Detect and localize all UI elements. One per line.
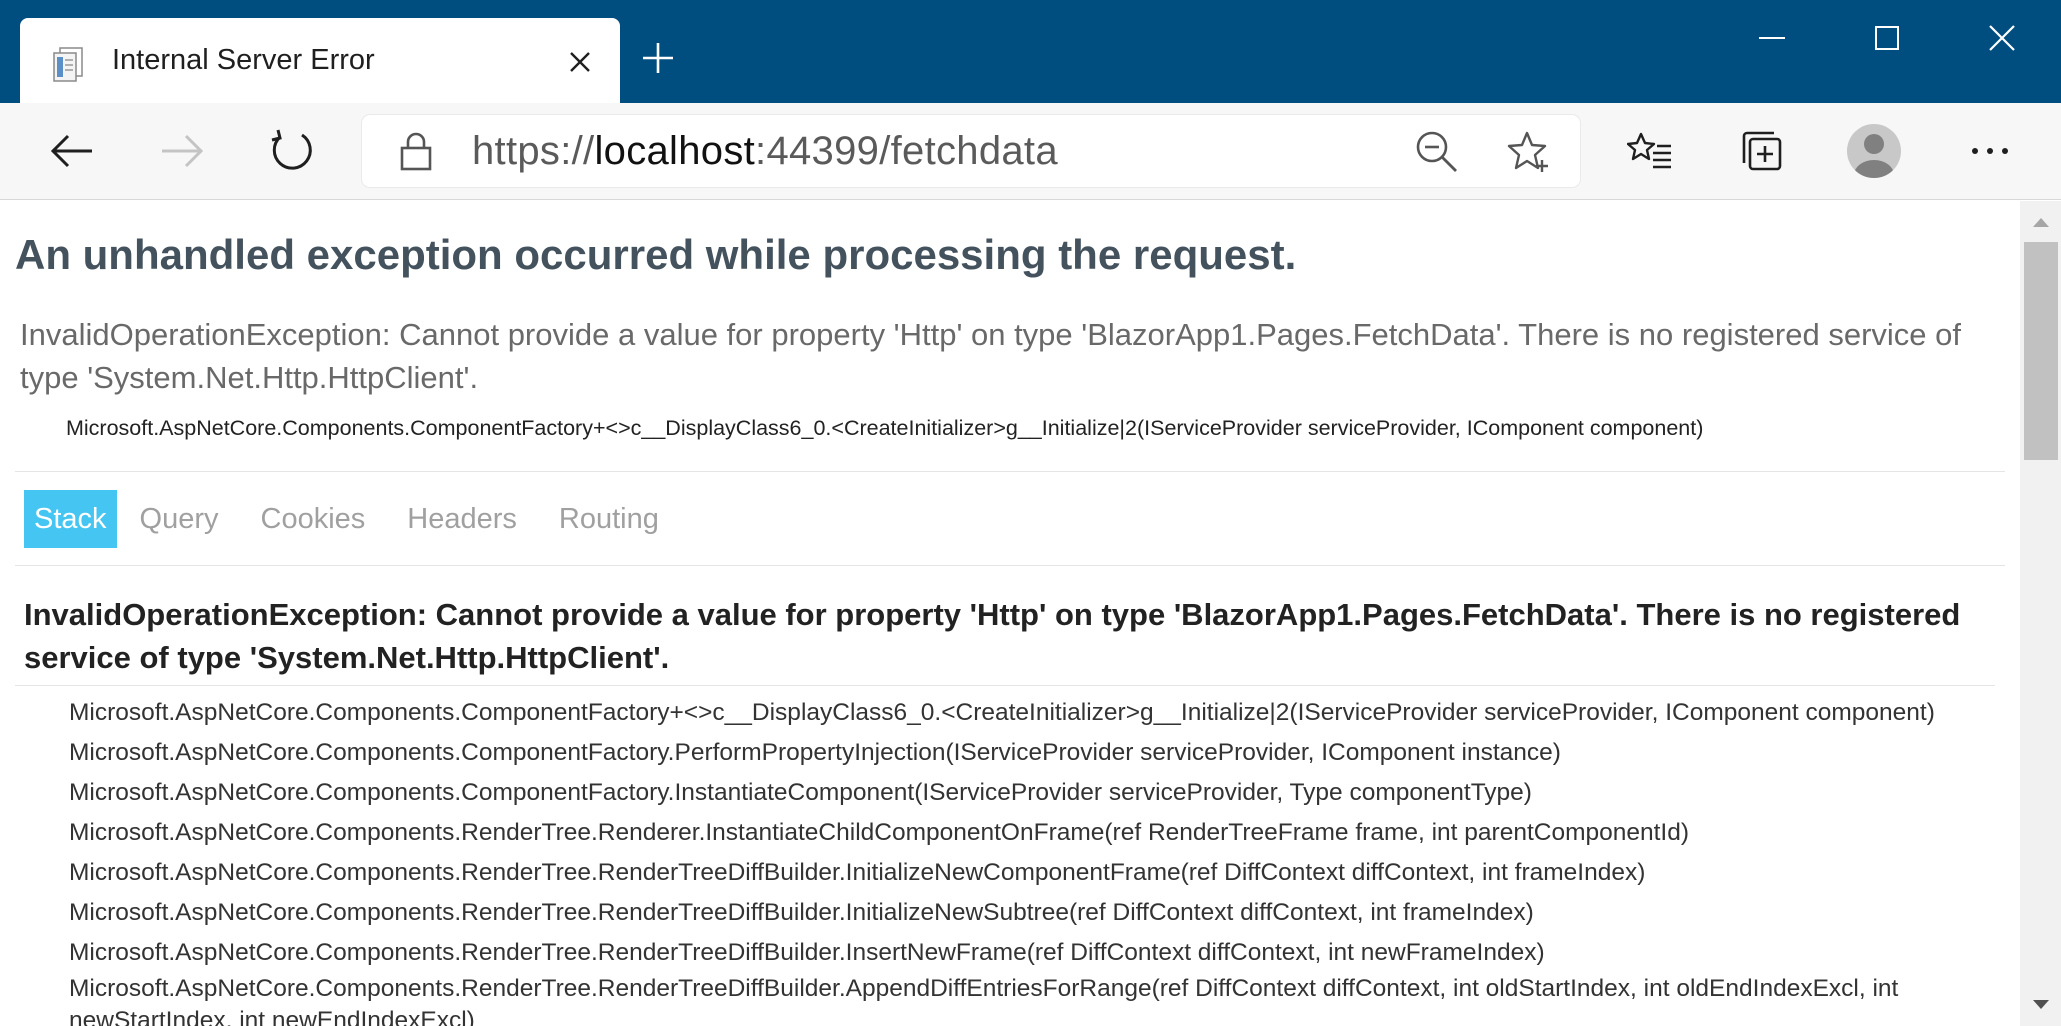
close-icon xyxy=(1988,24,2016,52)
url-path: :44399/fetchdata xyxy=(755,129,1058,173)
triangle-up-icon xyxy=(2032,216,2050,228)
divider xyxy=(15,565,2005,566)
more-options-icon xyxy=(1970,147,2010,155)
title-bar: Internal Server Error xyxy=(0,0,2061,103)
lock-icon[interactable] xyxy=(398,131,434,171)
back-button[interactable] xyxy=(40,119,104,183)
forward-button[interactable] xyxy=(150,119,214,183)
refresh-icon xyxy=(269,128,315,174)
stack-exception-title: InvalidOperationException: Cannot provid… xyxy=(24,597,1961,675)
scroll-down-button[interactable] xyxy=(2024,990,2058,1020)
more-options-button[interactable] xyxy=(1958,119,2022,183)
tab-headers[interactable]: Headers xyxy=(398,490,526,548)
url-text[interactable]: https://localhost:44399/fetchdata xyxy=(472,129,1058,174)
maximize-button[interactable] xyxy=(1857,16,1917,60)
window-close-button[interactable] xyxy=(1972,16,2032,60)
favorites-button[interactable] xyxy=(1618,119,1682,183)
triangle-down-icon xyxy=(2032,999,2050,1011)
browser-tab[interactable]: Internal Server Error xyxy=(20,18,620,103)
collections-icon xyxy=(1741,130,1783,172)
favorites-list-icon xyxy=(1627,131,1673,171)
collections-button[interactable] xyxy=(1730,119,1794,183)
minimize-icon xyxy=(1758,36,1786,40)
url-host: localhost xyxy=(594,129,756,173)
zoom-button[interactable] xyxy=(1414,129,1460,175)
page-content: An unhandled exception occurred while pr… xyxy=(0,201,2020,1026)
stack-frame[interactable]: Microsoft.AspNetCore.Components.Componen… xyxy=(69,773,2019,813)
stack-frame[interactable]: Microsoft.AspNetCore.Components.RenderTr… xyxy=(69,853,2019,893)
tab-cookies[interactable]: Cookies xyxy=(252,490,375,548)
scroll-thumb[interactable] xyxy=(2024,242,2058,460)
stack-frame-list: Microsoft.AspNetCore.Components.Componen… xyxy=(69,693,2019,1026)
tab-routing[interactable]: Routing xyxy=(550,490,668,548)
tab-title: Internal Server Error xyxy=(112,44,375,76)
divider xyxy=(15,471,2005,472)
stack-frame[interactable]: Microsoft.AspNetCore.Components.Componen… xyxy=(69,733,2019,773)
stack-frame[interactable]: Microsoft.AspNetCore.Components.RenderTr… xyxy=(69,973,2019,1026)
scroll-up-button[interactable] xyxy=(2024,207,2058,237)
refresh-button[interactable] xyxy=(260,119,324,183)
address-bar[interactable]: https://localhost:44399/fetchdata xyxy=(362,115,1580,187)
profile-button[interactable] xyxy=(1842,119,1906,183)
zoom-out-icon xyxy=(1415,130,1459,174)
error-title: InvalidOperationException: Cannot provid… xyxy=(20,317,1961,395)
divider xyxy=(15,685,1995,686)
url-scheme: https:// xyxy=(472,129,595,173)
tab-stack[interactable]: Stack xyxy=(24,490,117,548)
tab-query[interactable]: Query xyxy=(131,490,228,548)
error-location: Microsoft.AspNetCore.Components.Componen… xyxy=(66,416,1704,440)
arrow-left-icon xyxy=(50,133,94,169)
add-favorite-button[interactable] xyxy=(1506,129,1552,175)
error-tabs: Stack Query Cookies Headers Routing xyxy=(24,490,692,548)
stack-frame[interactable]: Microsoft.AspNetCore.Components.RenderTr… xyxy=(69,813,2019,853)
stack-frame[interactable]: Microsoft.AspNetCore.Components.Componen… xyxy=(69,693,2019,733)
page-heading: An unhandled exception occurred while pr… xyxy=(15,231,1297,278)
browser-toolbar: https://localhost:44399/fetchdata xyxy=(0,103,2061,200)
star-add-icon xyxy=(1507,130,1551,174)
plus-icon xyxy=(641,41,675,75)
arrow-right-icon xyxy=(160,133,204,169)
close-icon xyxy=(569,51,591,73)
minimize-button[interactable] xyxy=(1742,16,1802,60)
stack-frame[interactable]: Microsoft.AspNetCore.Components.RenderTr… xyxy=(69,893,2019,933)
new-tab-button[interactable] xyxy=(636,36,680,80)
stack-frame[interactable]: Microsoft.AspNetCore.Components.RenderTr… xyxy=(69,933,2019,973)
maximize-icon xyxy=(1874,25,1900,51)
tab-close-button[interactable] xyxy=(562,44,598,80)
page-favicon-icon xyxy=(50,44,90,82)
profile-avatar-icon xyxy=(1846,123,1902,179)
